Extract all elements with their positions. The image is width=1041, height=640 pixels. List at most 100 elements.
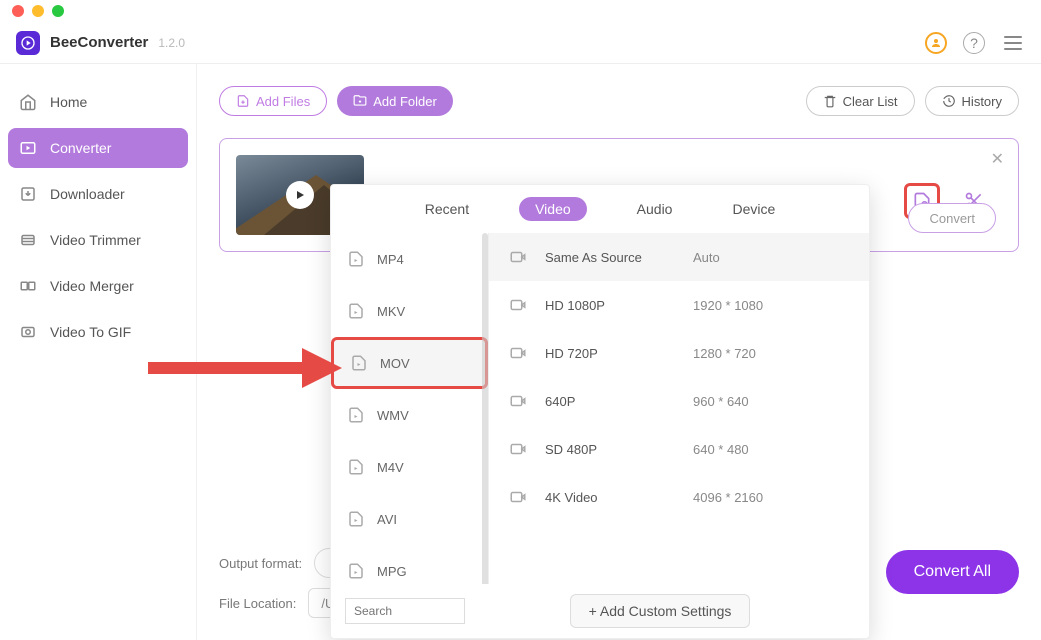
file-icon xyxy=(347,458,365,476)
sidebar-item-converter[interactable]: Converter xyxy=(8,128,188,168)
resolution-dim: 960 * 640 xyxy=(693,394,749,409)
format-list[interactable]: MP4 MKV MOV WMV M4V xyxy=(331,233,489,584)
hamburger-menu-button[interactable] xyxy=(1001,31,1025,55)
output-format-label: Output format: xyxy=(219,556,302,571)
format-option-mpg[interactable]: MPG xyxy=(331,545,488,584)
sidebar-item-downloader[interactable]: Downloader xyxy=(8,174,188,214)
file-location-label: File Location: xyxy=(219,596,296,611)
resolution-label: HD 1080P xyxy=(545,298,675,313)
resolution-dim: 640 * 480 xyxy=(693,442,749,457)
tab-audio[interactable]: Audio xyxy=(627,197,683,221)
format-option-mkv[interactable]: MKV xyxy=(331,285,488,337)
resolution-label: 640P xyxy=(545,394,675,409)
resolution-option-1080p[interactable]: HD 1080P 1920 * 1080 xyxy=(489,281,869,329)
sidebar-item-video-to-gif[interactable]: Video To GIF xyxy=(8,312,188,352)
sidebar-item-label: Converter xyxy=(50,140,111,156)
file-plus-icon xyxy=(236,94,250,108)
file-icon xyxy=(347,510,365,528)
video-icon xyxy=(509,344,527,362)
resolution-option-480p[interactable]: SD 480P 640 * 480 xyxy=(489,425,869,473)
convert-all-label: Convert All xyxy=(914,563,991,581)
format-option-mov[interactable]: MOV xyxy=(331,337,488,389)
remove-file-button[interactable]: ✕ xyxy=(991,149,1004,169)
format-option-avi[interactable]: AVI xyxy=(331,493,488,545)
window-close-button[interactable] xyxy=(12,5,24,17)
file-icon xyxy=(347,562,365,580)
resolution-option-720p[interactable]: HD 720P 1280 * 720 xyxy=(489,329,869,377)
video-icon xyxy=(509,392,527,410)
tab-video[interactable]: Video xyxy=(519,197,587,221)
resolution-list[interactable]: Same As Source Auto HD 1080P 1920 * 1080… xyxy=(489,233,869,584)
format-label: AVI xyxy=(377,512,397,527)
play-icon xyxy=(286,181,314,209)
macos-titlebar xyxy=(0,0,1041,22)
resolution-dim: 1920 * 1080 xyxy=(693,298,763,313)
sidebar-item-home[interactable]: Home xyxy=(8,82,188,122)
user-account-button[interactable] xyxy=(925,32,947,54)
format-search-input[interactable] xyxy=(345,598,465,624)
resolution-dim: 1280 * 720 xyxy=(693,346,756,361)
sidebar-item-label: Video To GIF xyxy=(50,324,131,340)
file-icon xyxy=(347,406,365,424)
format-dropdown-panel: Recent Video Audio Device MP4 MKV MOV xyxy=(330,184,870,639)
sidebar-item-video-trimmer[interactable]: Video Trimmer xyxy=(8,220,188,260)
trimmer-icon xyxy=(18,230,38,250)
add-folder-label: Add Folder xyxy=(373,94,437,109)
tab-device[interactable]: Device xyxy=(722,197,785,221)
resolution-label: 4K Video xyxy=(545,490,675,505)
format-option-wmv[interactable]: WMV xyxy=(331,389,488,441)
app-name: BeeConverter xyxy=(50,34,148,51)
resolution-label: HD 720P xyxy=(545,346,675,361)
trash-icon xyxy=(823,94,837,108)
resolution-dim: Auto xyxy=(693,250,720,265)
app-logo-icon xyxy=(16,31,40,55)
app-header: BeeConverter 1.2.0 ? xyxy=(0,22,1041,64)
sidebar-item-label: Video Trimmer xyxy=(50,232,141,248)
gif-icon xyxy=(18,322,38,342)
help-button[interactable]: ? xyxy=(963,32,985,54)
window-minimize-button[interactable] xyxy=(32,5,44,17)
add-custom-settings-button[interactable]: + Add Custom Settings xyxy=(570,594,751,628)
file-icon xyxy=(347,302,365,320)
convert-all-button[interactable]: Convert All xyxy=(886,550,1019,594)
format-label: MKV xyxy=(377,304,405,319)
toolbar: Add Files Add Folder Clear List History xyxy=(219,86,1019,116)
clear-list-button[interactable]: Clear List xyxy=(806,86,915,116)
clear-list-label: Clear List xyxy=(843,94,898,109)
video-icon xyxy=(509,440,527,458)
folder-plus-icon xyxy=(353,94,367,108)
download-icon xyxy=(18,184,38,204)
resolution-dim: 4096 * 2160 xyxy=(693,490,763,505)
file-icon xyxy=(350,354,368,372)
history-label: History xyxy=(962,94,1002,109)
format-list-scrollbar[interactable] xyxy=(482,233,488,584)
home-icon xyxy=(18,92,38,112)
format-label: M4V xyxy=(377,460,404,475)
history-button[interactable]: History xyxy=(925,86,1019,116)
merger-icon xyxy=(18,276,38,296)
convert-button[interactable]: Convert xyxy=(908,203,996,233)
video-icon xyxy=(509,296,527,314)
history-icon xyxy=(942,94,956,108)
video-icon xyxy=(509,248,527,266)
window-maximize-button[interactable] xyxy=(52,5,64,17)
resolution-label: Same As Source xyxy=(545,250,675,265)
format-label: MP4 xyxy=(377,252,404,267)
add-files-button[interactable]: Add Files xyxy=(219,86,327,116)
video-icon xyxy=(509,488,527,506)
convert-label: Convert xyxy=(929,211,975,226)
format-option-mp4[interactable]: MP4 xyxy=(331,233,488,285)
resolution-option-4k[interactable]: 4K Video 4096 * 2160 xyxy=(489,473,869,521)
sidebar-item-label: Home xyxy=(50,94,87,110)
app-version: 1.2.0 xyxy=(158,36,185,50)
resolution-option-source[interactable]: Same As Source Auto xyxy=(489,233,869,281)
resolution-option-640p[interactable]: 640P 960 * 640 xyxy=(489,377,869,425)
tab-recent[interactable]: Recent xyxy=(415,197,479,221)
add-folder-button[interactable]: Add Folder xyxy=(337,86,453,116)
format-label: MPG xyxy=(377,564,407,579)
add-custom-label: + Add Custom Settings xyxy=(589,603,732,619)
resolution-label: SD 480P xyxy=(545,442,675,457)
format-option-m4v[interactable]: M4V xyxy=(331,441,488,493)
sidebar-item-video-merger[interactable]: Video Merger xyxy=(8,266,188,306)
add-files-label: Add Files xyxy=(256,94,310,109)
